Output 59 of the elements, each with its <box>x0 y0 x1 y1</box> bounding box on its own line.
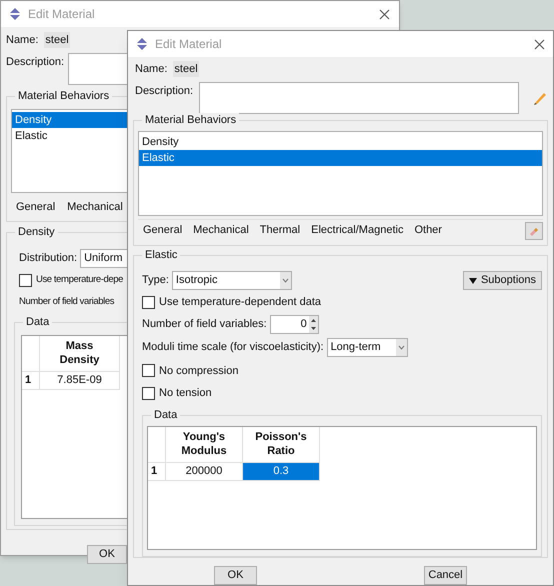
table-corner <box>22 336 40 372</box>
triangle-icon <box>468 278 477 284</box>
table-cell[interactable]: 0.3 <box>243 462 320 480</box>
row-number: 1 <box>148 462 166 480</box>
list-item[interactable]: Elastic <box>12 128 127 144</box>
list-item[interactable]: Density <box>139 134 542 150</box>
ok-button[interactable]: OK <box>214 566 257 585</box>
ok-button[interactable]: OK <box>87 545 127 564</box>
window-title: Edit Material <box>155 36 222 53</box>
menu-tab[interactable]: Mechanical <box>193 222 249 239</box>
number-spinner[interactable]: 0 <box>270 314 319 334</box>
row-number: 1 <box>22 372 40 390</box>
cancel-button[interactable]: Cancel <box>424 566 467 585</box>
list-item[interactable]: Elastic <box>139 150 542 166</box>
checkbox-label: No tension <box>159 386 212 401</box>
name-value: steel <box>44 32 70 48</box>
description-field[interactable] <box>68 53 127 85</box>
table-corner <box>148 426 166 462</box>
field-label: Description: <box>135 84 194 99</box>
menu-tab[interactable]: Thermal <box>260 222 300 239</box>
group-title: Density <box>15 225 58 239</box>
type-dropdown[interactable]: Isotropic <box>172 271 292 290</box>
menu-tab[interactable]: Mechanical <box>67 199 123 216</box>
table-cell[interactable]: 7.85E-09 <box>40 372 120 390</box>
field-label: Number of field variables <box>19 295 114 310</box>
close-icon[interactable] <box>534 39 545 50</box>
menu-tab[interactable]: Electrical/Magnetic <box>311 222 404 239</box>
checkbox-label: Use temperature-depe <box>36 273 124 287</box>
suboptions-button[interactable]: Suboptions <box>462 271 542 290</box>
checkbox[interactable] <box>142 386 155 400</box>
checkbox[interactable] <box>142 364 155 378</box>
window-title: Edit Material <box>28 6 95 23</box>
menu-tab[interactable]: General <box>16 199 56 216</box>
checkbox-label: Use temperature-dependent data <box>159 295 322 310</box>
checkbox[interactable] <box>142 296 155 309</box>
checkbox-label: No compression <box>159 364 238 378</box>
menu-tab[interactable]: General <box>143 222 182 239</box>
field-label: Name: <box>135 62 168 77</box>
diamond-icon <box>135 37 149 51</box>
field-label: Name: <box>6 32 38 48</box>
column-header: Young's Modulus <box>166 426 243 462</box>
field-label: Type: <box>142 273 169 288</box>
column-header: Mass Density <box>40 336 120 372</box>
name-value: steel <box>173 60 199 78</box>
group-title: Data <box>23 314 52 328</box>
description-field[interactable] <box>199 82 519 114</box>
menu-tab[interactable]: Other <box>414 222 442 239</box>
checkbox[interactable] <box>19 274 32 287</box>
close-icon[interactable] <box>379 9 390 20</box>
diamond-icon <box>8 7 22 21</box>
time-scale-dropdown[interactable]: Long-term <box>326 338 408 356</box>
field-label: Number of field variables: <box>142 316 267 332</box>
list-item[interactable]: Density <box>12 112 127 128</box>
spinner-arrows-icon <box>308 316 318 332</box>
field-label: Distribution: <box>19 251 78 266</box>
group-title: Data <box>151 408 180 422</box>
field-label: Description: <box>6 55 64 70</box>
distribution-dropdown[interactable]: Uniform <box>80 249 127 268</box>
field-label: Moduli time scale (for viscoelasticity): <box>142 340 324 355</box>
